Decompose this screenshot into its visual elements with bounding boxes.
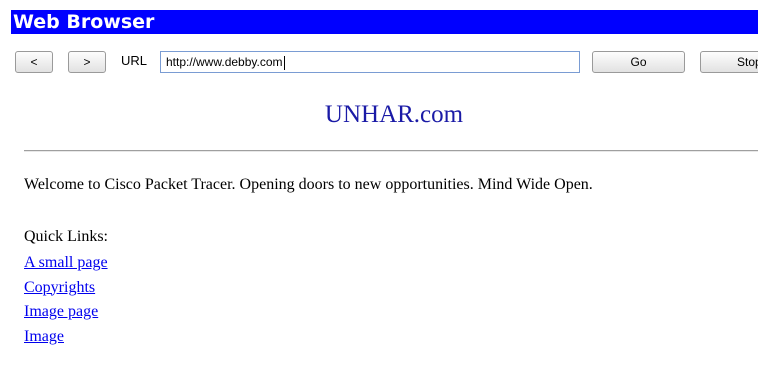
url-label: URL: [121, 53, 148, 68]
welcome-text: Welcome to Cisco Packet Tracer. Opening …: [24, 176, 593, 193]
quick-links-heading: Quick Links:: [24, 228, 108, 245]
url-input-value: http://www.debby.com: [166, 55, 283, 69]
forward-button[interactable]: >: [68, 51, 106, 73]
link-a-small-page[interactable]: A small page: [24, 253, 108, 278]
back-button-label: <: [30, 55, 38, 69]
url-input[interactable]: http://www.debby.com: [160, 51, 580, 73]
go-button[interactable]: Go: [592, 51, 685, 73]
text-caret: [283, 55, 285, 70]
go-button-label: Go: [630, 55, 647, 69]
browser-title-bar: Web Browser: [11, 10, 758, 34]
stop-button-label: Stop: [737, 55, 758, 69]
quick-links-list: A small page Copyrights Image page Image: [24, 253, 108, 351]
browser-title: Web Browser: [13, 11, 155, 33]
forward-button-label: >: [83, 55, 91, 69]
site-title: UNHAR.com: [324, 101, 464, 128]
back-button[interactable]: <: [15, 51, 53, 73]
browser-toolbar: < > URL http://www.debby.com Go Stop: [0, 36, 758, 76]
stop-button[interactable]: Stop: [700, 51, 758, 73]
horizontal-rule: [24, 150, 758, 152]
link-image[interactable]: Image: [24, 327, 108, 352]
link-copyrights[interactable]: Copyrights: [24, 278, 108, 303]
link-image-page[interactable]: Image page: [24, 302, 108, 327]
